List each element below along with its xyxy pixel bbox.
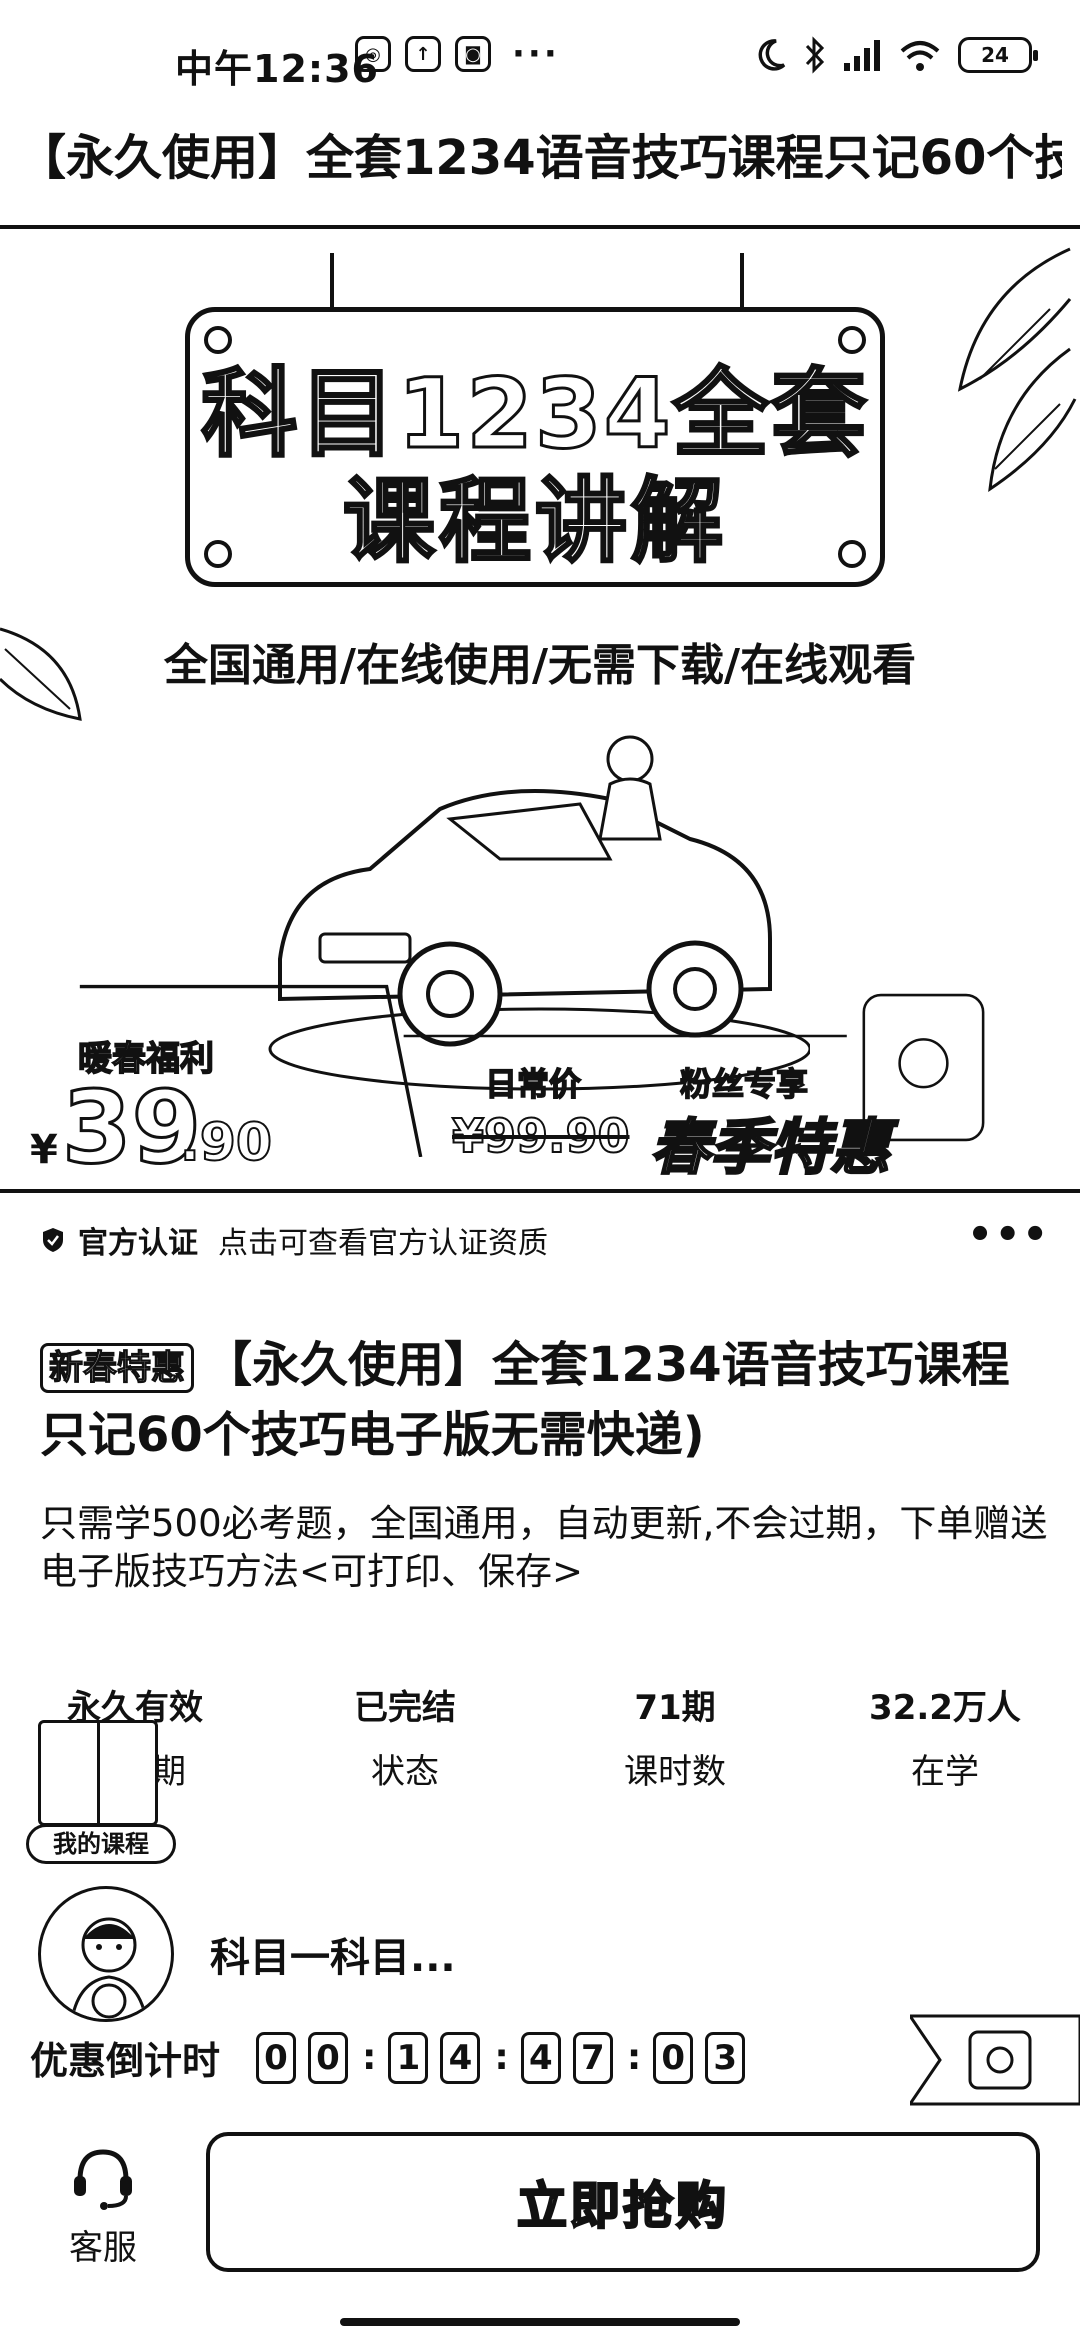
- promo-badge: 新春特惠: [40, 1343, 194, 1393]
- countdown-digit: 4: [520, 2031, 561, 2084]
- stat-value: 32.2万人: [869, 1688, 1021, 1728]
- status-system-icons: 24: [756, 36, 1038, 74]
- sign-hanger: [330, 253, 334, 307]
- sign-subheadline: 课程讲解: [341, 467, 727, 577]
- my-course-button[interactable]: 我的课程: [26, 1720, 176, 1870]
- shield-check-icon: [43, 1228, 63, 1252]
- buy-now-label: 立即抢购: [516, 2176, 729, 2237]
- stat-value: 71期: [634, 1688, 716, 1728]
- my-course-label: 我的课程: [26, 1824, 176, 1864]
- cert-description: 点击可查看官方认证资质: [218, 1226, 548, 1261]
- product-title-block: 新春特惠 【永久使用】全套1234语音技巧课程只记60个技巧电子版无需快递): [40, 1330, 1050, 1470]
- page-title: 【永久使用】全套1234语音技巧课程只记60个技...: [18, 130, 1062, 186]
- price-currency: ¥: [30, 1127, 58, 1173]
- app-icon-2: ↑: [405, 36, 441, 72]
- teacher-name[interactable]: 科目一科目...: [210, 1925, 456, 1983]
- wifi-icon: [900, 41, 940, 71]
- stat-status: 已完结 状态: [270, 1680, 540, 1793]
- bluetooth-icon: [805, 36, 825, 74]
- hero-banner[interactable]: 科目1234全套 课程讲解 全国通用/在线使用/无需下载/在线观看 暖春福利 ¥…: [0, 225, 1080, 1193]
- daily-price-label: 日常价: [484, 1064, 582, 1104]
- product-description: 只需学500必考题，全国通用，自动更新,不会过期，下单赠送电子版技巧方法<可打印…: [40, 1502, 1048, 1593]
- cert-title: 官方认证: [78, 1226, 198, 1261]
- leaf-decoration: [957, 247, 1077, 493]
- stat-lessons: 71期 课时数: [540, 1680, 810, 1793]
- countdown-digit: 1: [388, 2031, 429, 2084]
- countdown-separator: :: [494, 2037, 509, 2078]
- stat-label: 在学: [911, 1752, 979, 1792]
- countdown-digit: 0: [653, 2031, 694, 2084]
- daily-price: ¥99.90: [451, 1108, 631, 1164]
- status-bar: 中午12:36 ◎ ↑ ◙ ··· 24: [0, 0, 1080, 120]
- customer-service-button[interactable]: 客服: [48, 2142, 158, 2269]
- stat-learners: 32.2万人 在学: [810, 1680, 1080, 1793]
- countdown-digit: 0: [256, 2031, 297, 2084]
- buy-now-button[interactable]: 立即抢购: [206, 2132, 1040, 2272]
- stat-label: 课时数: [624, 1752, 726, 1792]
- course-sign: 科目1234全套 课程讲解: [185, 307, 885, 587]
- countdown-ribbon-decoration: [910, 2014, 1080, 2106]
- countdown-digit: 4: [440, 2031, 481, 2084]
- book-icon: [38, 1720, 158, 1826]
- moon-icon: [758, 39, 786, 71]
- status-time: 中午12:36: [175, 47, 379, 91]
- customer-service-label: 客服: [69, 2228, 137, 2268]
- countdown-digit: 0: [308, 2031, 349, 2084]
- stat-label: 状态: [371, 1752, 439, 1792]
- countdown-digit: 3: [705, 2031, 746, 2084]
- status-app-icons: ◎ ↑ ◙: [355, 36, 491, 72]
- app-icon-1: ◎: [355, 36, 391, 72]
- battery-indicator: 24: [958, 37, 1038, 73]
- headset-icon: [74, 2149, 132, 2210]
- stat-value: 已完结: [354, 1688, 456, 1728]
- countdown-label: 优惠倒计时: [30, 2039, 221, 2083]
- status-overflow: ···: [512, 34, 560, 74]
- sign-hanger: [740, 253, 744, 307]
- home-indicator[interactable]: [340, 2318, 740, 2326]
- countdown-timer: 优惠倒计时 0 0 : 1 4 : 4 7 : 0 3: [30, 2030, 757, 2085]
- hero-tagline: 全国通用/在线使用/无需下载/在线观看: [163, 640, 917, 691]
- official-cert-row[interactable]: 官方认证 点击可查看官方认证资质: [40, 1218, 548, 1262]
- app-icon-3: ◙: [455, 36, 491, 72]
- countdown-separator: :: [362, 2037, 377, 2078]
- teacher-avatar[interactable]: [38, 1886, 174, 2022]
- price-decimal: .90: [179, 1112, 273, 1174]
- signal-icon: [844, 40, 880, 71]
- avatar-illustration: [70, 1917, 148, 2019]
- countdown-digit: 7: [572, 2031, 613, 2084]
- countdown-separator: :: [626, 2037, 642, 2078]
- more-options-button[interactable]: •••: [967, 1212, 1050, 1258]
- spring-deal-label: 春季特惠: [649, 1112, 892, 1185]
